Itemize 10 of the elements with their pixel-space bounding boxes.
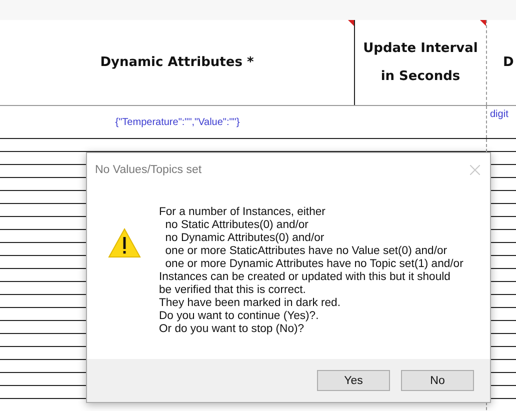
dialog-button[interactable]: No [401, 370, 474, 391]
table-cell: digit [490, 109, 508, 120]
column-header: D [503, 54, 514, 72]
warning-icon [108, 228, 141, 258]
table-cell: {"Temperature":"","Value":""} [115, 116, 240, 128]
column-header: Update Interval in Seconds [363, 40, 478, 86]
dialog-title: No Values/Topics set [95, 164, 202, 176]
dialog-button[interactable]: Yes [317, 370, 390, 391]
dialog-message: For a number of Instances, either no Static Attributes(0) and/or no Dynamic Attributes(0) and/or one or more StaticAttributes have no Value set(0) and/or one or more Dynamic Attributes have no Topic set(1) and/or Instances can be created or updated with this but it should be verified that this is correct. They have been marked in dark red. Do you want to continue (Yes)?. Or do you want to stop (No)? [159, 206, 464, 337]
column-header: Dynamic Attributes * [100, 54, 254, 72]
